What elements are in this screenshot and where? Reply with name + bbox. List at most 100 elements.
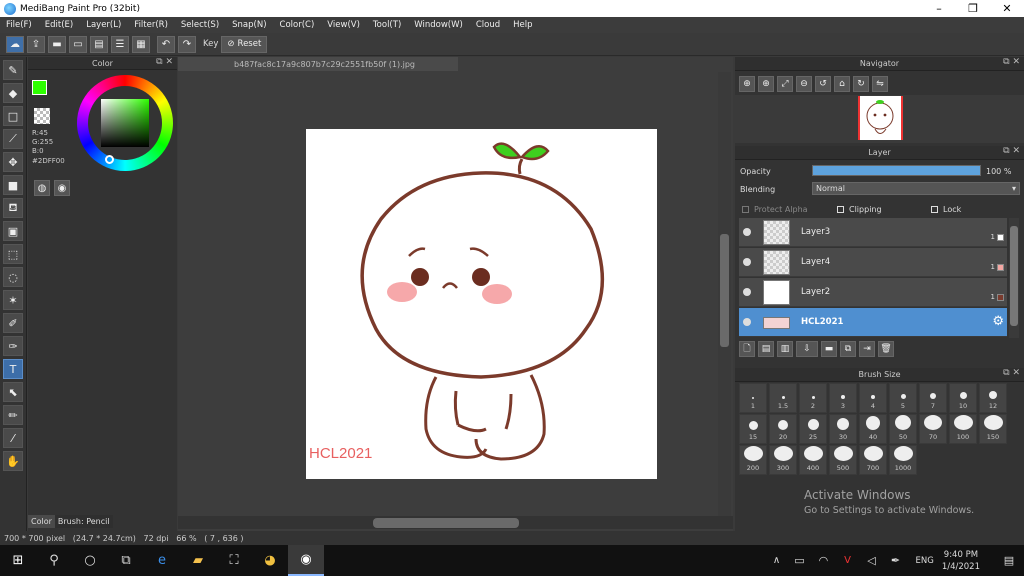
share-icon[interactable]: ⇪: [27, 35, 45, 53]
visibility-eye-icon[interactable]: [743, 288, 751, 296]
lock-option[interactable]: Lock: [931, 205, 961, 214]
layer-row-layer2[interactable]: Layer2 1: [739, 278, 1007, 307]
eyedropper-tool-icon[interactable]: ⁄: [3, 428, 23, 448]
brush-size-option[interactable]: 50: [889, 414, 917, 444]
divide-tool-icon[interactable]: ✏: [3, 405, 23, 425]
tray-chevron-up-icon[interactable]: ∧: [765, 545, 787, 576]
brush-size-option[interactable]: 1000: [889, 445, 917, 475]
antivirus-icon[interactable]: V: [835, 545, 859, 576]
layer-row-hcl2021[interactable]: HCL2021 ⚙: [739, 308, 1007, 337]
search-icon[interactable]: ⚲: [36, 545, 72, 576]
eraser-tool-icon[interactable]: ◆: [3, 83, 23, 103]
protect-alpha-option[interactable]: Protect Alpha: [742, 205, 808, 214]
brush-size-option[interactable]: 100: [949, 414, 977, 444]
panel-controls-icon[interactable]: ⧉ ✕: [156, 57, 173, 67]
tab-color[interactable]: Color: [28, 515, 55, 528]
edge-icon[interactable]: e: [144, 545, 180, 576]
layer-row-layer3[interactable]: Layer3 1: [739, 218, 1007, 247]
add-layer-menu-icon[interactable]: ⇩: [796, 341, 818, 357]
document-icon[interactable]: ▤: [90, 35, 108, 53]
folder-icon[interactable]: ▬: [821, 341, 837, 357]
clipping-option[interactable]: Clipping: [837, 205, 882, 214]
redo-icon[interactable]: ↷: [178, 35, 196, 53]
transparent-color-swatch[interactable]: [34, 108, 50, 124]
brush-size-option[interactable]: 700: [859, 445, 887, 475]
language-indicator[interactable]: ENG: [915, 556, 933, 566]
rotate-right-icon[interactable]: ↻: [853, 76, 869, 92]
flip-icon[interactable]: ⇋: [872, 76, 888, 92]
brush-size-option[interactable]: 200: [739, 445, 767, 475]
brush-size-option[interactable]: 30: [829, 414, 857, 444]
start-icon[interactable]: ⊞: [0, 545, 36, 576]
menu-edit[interactable]: Edit(E): [45, 20, 73, 30]
layer-settings-gear-icon[interactable]: ⚙: [992, 314, 1004, 329]
blending-select[interactable]: Normal ▾: [812, 182, 1020, 195]
brush-size-option[interactable]: 5: [889, 383, 917, 413]
protect-alpha-checkbox[interactable]: [742, 206, 749, 213]
color-wheel[interactable]: [77, 75, 173, 171]
shape-tool-icon[interactable]: □: [3, 106, 23, 126]
dot-tool-icon[interactable]: ⟋: [3, 129, 23, 149]
layer-controls-icon[interactable]: ⧉ ✕: [1003, 146, 1020, 156]
reset-view-icon[interactable]: ⌂: [834, 76, 850, 92]
gradient-tool-icon[interactable]: ▣: [3, 221, 23, 241]
palette-icon[interactable]: ◍: [34, 180, 50, 196]
reset-button[interactable]: ⊘ Reset: [221, 35, 268, 53]
brush-size-option[interactable]: 500: [829, 445, 857, 475]
tray-network-icon[interactable]: ▭: [787, 545, 811, 576]
brush-size-option[interactable]: 20: [769, 414, 797, 444]
vertical-scroll-thumb[interactable]: [720, 234, 729, 347]
menu-snap[interactable]: Snap(N): [232, 20, 266, 30]
menu-cloud[interactable]: Cloud: [476, 20, 500, 30]
clock[interactable]: 9:40 PM 1/4/2021: [942, 549, 980, 573]
message-icon[interactable]: ▭: [69, 35, 87, 53]
select-eraser-tool-icon[interactable]: ✑: [3, 336, 23, 356]
brush-size-option[interactable]: 4: [859, 383, 887, 413]
drawing-canvas[interactable]: HCL2021: [306, 129, 657, 479]
brush-size-option[interactable]: 300: [769, 445, 797, 475]
duplicate-layer-icon[interactable]: ⧉: [840, 341, 856, 357]
text-tool-icon[interactable]: T: [3, 359, 23, 379]
file-explorer-icon[interactable]: ▰: [180, 545, 216, 576]
task-view-icon[interactable]: ⧉: [108, 545, 144, 576]
pen-icon[interactable]: ✒: [883, 545, 907, 576]
new-8bit-layer-icon[interactable]: ▥: [777, 341, 793, 357]
brush-size-option[interactable]: 10: [949, 383, 977, 413]
brush-size-option[interactable]: 150: [979, 414, 1007, 444]
move-tool-icon[interactable]: ✥: [3, 152, 23, 172]
menu-view[interactable]: View(V): [327, 20, 360, 30]
menu-layer[interactable]: Layer(L): [86, 20, 121, 30]
brush-size-controls-icon[interactable]: ⧉ ✕: [1003, 368, 1020, 378]
menu-help[interactable]: Help: [513, 20, 532, 30]
new-halftone-layer-icon[interactable]: ▤: [758, 341, 774, 357]
visibility-eye-icon[interactable]: [743, 318, 751, 326]
brush-size-option[interactable]: 7: [919, 383, 947, 413]
brush-tool-icon[interactable]: ✎: [3, 60, 23, 80]
select-rect-tool-icon[interactable]: ⬚: [3, 244, 23, 264]
lock-checkbox[interactable]: [931, 206, 938, 213]
brush-size-option[interactable]: 40: [859, 414, 887, 444]
visibility-eye-icon[interactable]: [743, 228, 751, 236]
delete-layer-icon[interactable]: 🗑: [878, 341, 894, 357]
document-tab[interactable]: b487fac8c17a9c807b7c29c2551fb50f (1).jpg: [178, 57, 458, 71]
grid-icon[interactable]: ▦: [132, 35, 150, 53]
clipping-checkbox[interactable]: [837, 206, 844, 213]
brush-size-option[interactable]: 15: [739, 414, 767, 444]
new-layer-icon[interactable]: 🗋: [739, 341, 755, 357]
navigator-preview[interactable]: [735, 95, 1024, 143]
menu-file[interactable]: File(F): [6, 20, 32, 30]
horizontal-scroll-thumb[interactable]: [373, 518, 519, 528]
hand-tool-icon[interactable]: ✋: [3, 451, 23, 471]
menu-window[interactable]: Window(W): [414, 20, 463, 30]
menu-tool[interactable]: Tool(T): [373, 20, 401, 30]
layer-list-scrollbar[interactable]: [1009, 218, 1019, 338]
brush-size-option[interactable]: 1: [739, 383, 767, 413]
select-pen-tool-icon[interactable]: ✐: [3, 313, 23, 333]
list-icon[interactable]: ☰: [111, 35, 129, 53]
fit-icon[interactable]: ⤢: [777, 76, 793, 92]
visibility-eye-icon[interactable]: [743, 258, 751, 266]
palette-add-icon[interactable]: ◉: [54, 180, 70, 196]
zoom-out-icon[interactable]: ⊖: [796, 76, 812, 92]
bucket-tool-icon[interactable]: ⛾: [3, 198, 23, 218]
layer-list-scroll-thumb[interactable]: [1010, 226, 1018, 326]
